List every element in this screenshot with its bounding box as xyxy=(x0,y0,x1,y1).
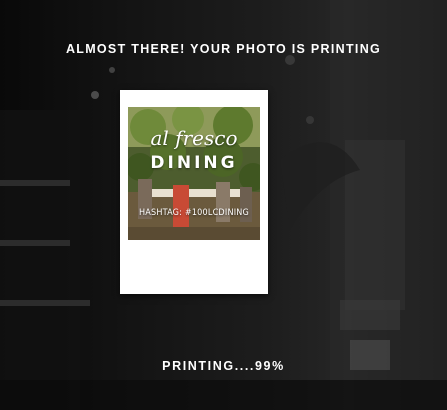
printed-photo: al fresco DINING HASHTAG: #100LCDINING xyxy=(128,107,260,240)
photo-hashtag: HASHTAG: #100LCDINING xyxy=(138,208,250,218)
photo-print-card: al fresco DINING HASHTAG: #100LCDINING xyxy=(120,90,268,294)
print-progress-status: PRINTING....99% xyxy=(162,359,285,373)
photo-subtitle: DINING xyxy=(150,153,238,173)
photo-title: al fresco xyxy=(150,126,238,150)
printing-headline: ALMOST THERE! YOUR PHOTO IS PRINTING xyxy=(65,42,382,56)
